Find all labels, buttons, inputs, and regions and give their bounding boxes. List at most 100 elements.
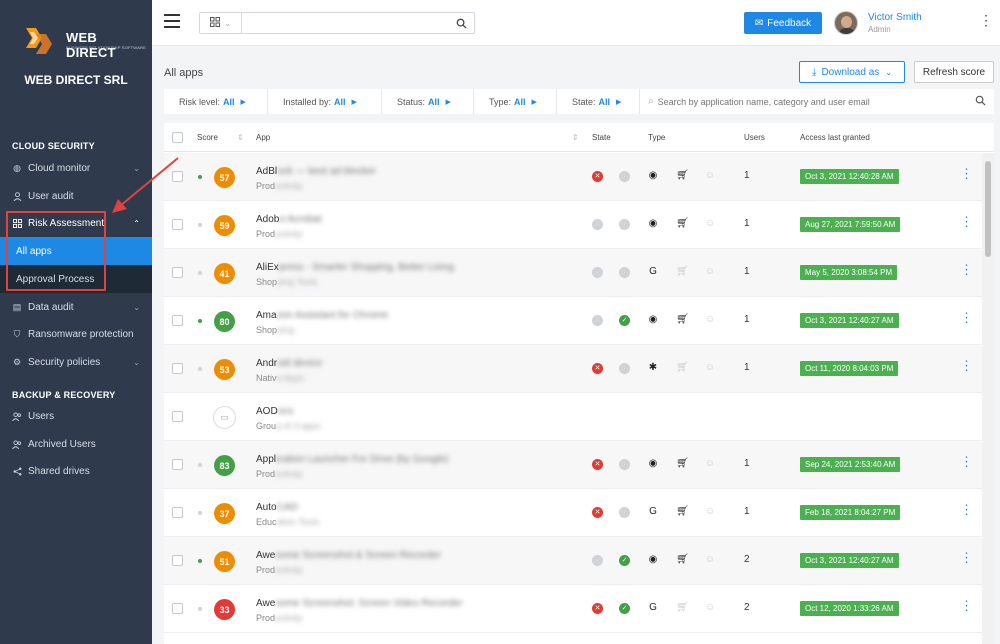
scrollbar-thumb[interactable] <box>985 161 991 257</box>
table-row[interactable]: 80 Amazon Assistant for Chrome Shopping · ✓ ◉… <box>164 297 982 345</box>
app-name[interactable]: Android device <box>256 358 322 369</box>
status-dot <box>198 271 202 275</box>
filter-type[interactable]: Type: All ▶ <box>474 89 557 114</box>
state-grey-icon: · <box>592 555 603 566</box>
app-name[interactable]: AutoCAD <box>256 502 298 513</box>
sidebar-item-data-audit[interactable]: ▤ Data audit ⌄ <box>0 293 152 321</box>
app-category: Shopping <box>256 325 295 335</box>
chevron-up-icon: ⌃ <box>133 218 140 228</box>
chrome-icon: ◉ <box>648 314 658 325</box>
sidebar-item-security-policies[interactable]: ⚙ Security policies ⌄ <box>0 348 152 376</box>
row-checkbox[interactable] <box>172 459 183 470</box>
row-more-icon[interactable]: ⋮ <box>960 358 973 374</box>
state-grey-icon: · <box>619 363 630 374</box>
menu-toggle-icon[interactable] <box>164 14 180 28</box>
filter-search-input[interactable] <box>657 96 958 107</box>
table-row[interactable]: 51 Awesome Screenshot & Screen Recorder Pr… <box>164 537 982 585</box>
app-name[interactable]: Awesome Screenshot: Screen Video Recorde… <box>256 598 462 609</box>
row-checkbox[interactable] <box>172 315 183 326</box>
filter-status[interactable]: Status: All ▶ <box>382 89 474 114</box>
table-row[interactable]: 57 AdBlock — best ad blocker Productivity ✕… <box>164 153 982 201</box>
google-icon: G <box>649 266 657 277</box>
row-checkbox[interactable] <box>172 363 183 374</box>
row-more-icon[interactable]: ⋮ <box>960 262 973 278</box>
app-name[interactable]: AdBlock — best ad blocker <box>256 166 376 177</box>
row-checkbox[interactable] <box>172 171 183 182</box>
gear-icon: ⚙ <box>12 356 22 367</box>
table-row[interactable]: 33 Awesome Screenshot: Screen Video Recor… <box>164 585 982 633</box>
app-name[interactable]: Amazon Assistant for Chrome <box>256 310 388 321</box>
search-submit-icon[interactable] <box>975 95 986 109</box>
archived-users-icon <box>12 439 22 449</box>
table-row[interactable]: 53 Android device Native Apps ✕ · ✱ 🛒︎ ☺ 1 Oct 11… <box>164 345 982 393</box>
filter-value: All <box>334 96 346 107</box>
search-input[interactable] <box>242 13 448 33</box>
filter-risk-level[interactable]: Risk level: All ▶ <box>164 89 268 114</box>
feedback-button[interactable]: ✉ Feedback <box>744 12 822 34</box>
sidebar-item-label: Data audit <box>28 301 74 313</box>
table-row[interactable]: 83 Application Launcher For Drive (by Goo… <box>164 441 982 489</box>
row-more-icon[interactable]: ⋮ <box>960 550 973 566</box>
search-icon[interactable] <box>448 13 474 33</box>
status-dot <box>198 367 202 371</box>
sort-icon[interactable]: ⇕ <box>572 133 579 142</box>
row-checkbox[interactable] <box>172 219 183 230</box>
filter-installed-by[interactable]: Installed by: All ▶ <box>268 89 382 114</box>
row-checkbox[interactable] <box>172 555 183 566</box>
row-checkbox[interactable] <box>172 267 183 278</box>
app-name[interactable]: AliExpress - Smarter Shopping, Better Li… <box>256 262 454 273</box>
sidebar: WEB DIRECT BUSINESS RELATIONSHIP SOFTWAR… <box>0 0 152 644</box>
filter-state[interactable]: State: All ▶ <box>557 89 640 114</box>
row-checkbox[interactable] <box>172 411 183 422</box>
access-date-badge: Oct 12, 2020 1:33:26 AM <box>800 601 899 616</box>
google-icon: G <box>649 506 657 517</box>
more-vert-icon[interactable]: ⋮ <box>979 12 993 29</box>
filter-search: ⌕ <box>640 89 994 114</box>
app-name[interactable]: AODocs <box>256 406 293 417</box>
row-more-icon[interactable]: ⋮ <box>960 310 973 326</box>
access-date-badge: Sep 24, 2021 2:53:40 AM <box>800 457 901 472</box>
app-name[interactable]: Adobe Acrobat <box>256 214 322 225</box>
score-badge: 59 <box>214 215 235 236</box>
avatar[interactable] <box>834 11 858 35</box>
search-type-select[interactable]: ⌄ <box>200 13 242 33</box>
user-icon: ☺ <box>704 314 716 325</box>
table-row[interactable]: ▭ AODocs Group of 3 apps <box>164 393 982 441</box>
header-score[interactable]: Score <box>197 133 218 142</box>
status-dot <box>198 463 202 467</box>
sidebar-item-cloud-monitor[interactable]: ◍ Cloud monitor ⌄ <box>0 154 152 182</box>
table-row[interactable]: 41 AliExpress - Smarter Shopping, Better … <box>164 249 982 297</box>
row-checkbox[interactable] <box>172 507 183 518</box>
refresh-score-button[interactable]: Refresh score <box>914 61 994 83</box>
sort-icon[interactable]: ⇕ <box>237 133 244 142</box>
user-name[interactable]: Victor Smith <box>868 12 922 23</box>
app-category: Productivity <box>256 469 303 479</box>
row-more-icon[interactable]: ⋮ <box>960 166 973 182</box>
state-grey-icon: · <box>619 507 630 518</box>
brand-logo[interactable]: WEB DIRECT BUSINESS RELATIONSHIP SOFTWAR… <box>22 26 146 60</box>
app-name[interactable]: Awesome Screenshot & Screen Recorder <box>256 550 441 561</box>
sidebar-item-ransomware-protection[interactable]: ⛉ Ransomware protection <box>0 320 152 348</box>
row-more-icon[interactable]: ⋮ <box>960 454 973 470</box>
row-more-icon[interactable]: ⋮ <box>960 502 973 518</box>
user-icon: ☺ <box>704 266 716 277</box>
download-as-button[interactable]: ⤓ Download as ⌄ <box>799 61 905 83</box>
app-name[interactable]: Application Launcher For Drive (by Googl… <box>256 454 448 465</box>
row-more-icon[interactable]: ⋮ <box>960 598 973 614</box>
header-access: Access last granted <box>800 133 870 142</box>
table-row[interactable]: 59 Adobe Acrobat Productivity · · ◉ 🛒︎ ☺ 1 Aug 27… <box>164 201 982 249</box>
row-checkbox[interactable] <box>172 603 183 614</box>
google-icon: G <box>649 602 657 613</box>
state-grey-icon: · <box>619 171 630 182</box>
search-icon: ⌕ <box>648 96 654 107</box>
sidebar-item-shared-drives[interactable]: Shared drives <box>0 457 152 485</box>
table-row[interactable]: 37 AutoCAD Education Tools ✕ · G 🛒︎ ☺ 1 Feb 18, 2… <box>164 489 982 537</box>
sidebar-item-users[interactable]: Users <box>0 402 152 430</box>
select-all-checkbox[interactable] <box>172 132 183 143</box>
scrollbar[interactable] <box>982 153 994 644</box>
row-more-icon[interactable]: ⋮ <box>960 214 973 230</box>
header-app[interactable]: App <box>256 133 270 142</box>
chevron-down-icon: ⌄ <box>133 302 140 312</box>
sidebar-item-archived-users[interactable]: Archived Users <box>0 430 152 458</box>
sidebar-item-user-audit[interactable]: User audit <box>0 182 152 210</box>
